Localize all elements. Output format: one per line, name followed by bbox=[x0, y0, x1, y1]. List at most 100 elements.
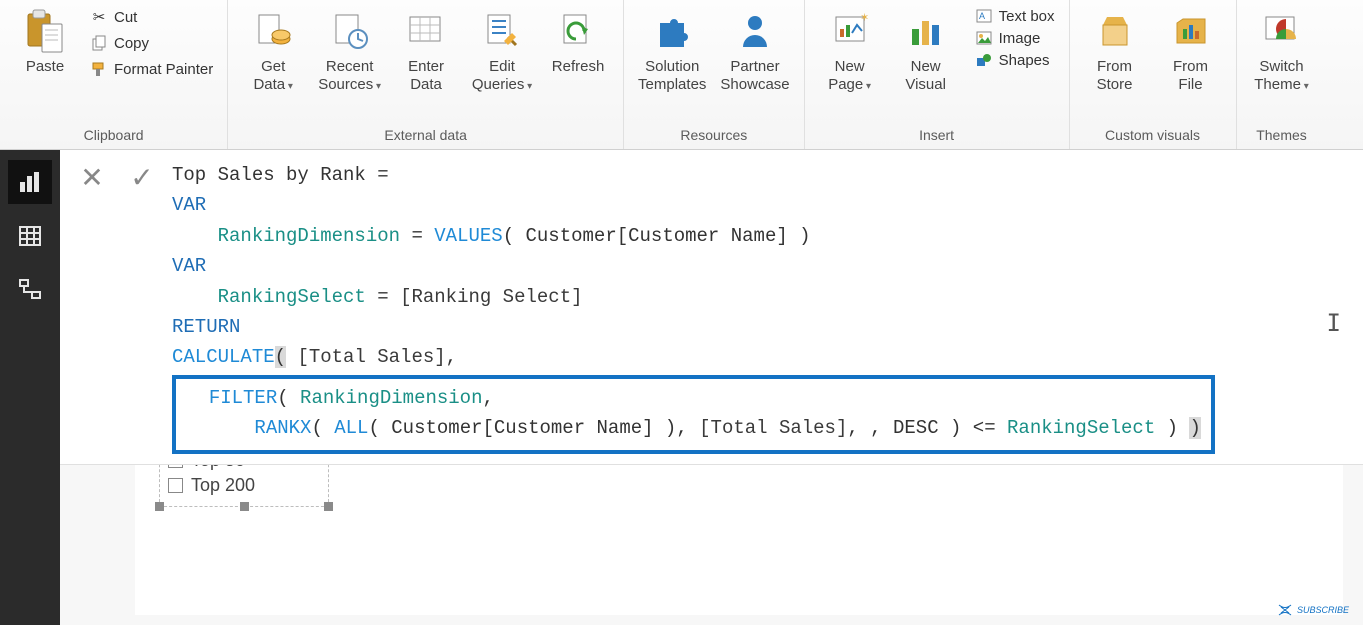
dna-icon bbox=[1277, 603, 1293, 617]
table-icon bbox=[18, 224, 42, 248]
ribbon-group-resources: Solution Templates Partner Showcase Reso… bbox=[624, 0, 805, 149]
recent-sources-button[interactable]: Recent Sources bbox=[314, 6, 385, 96]
content-area: Aut Ranking ⌫ Top 5 Top 20 Top 50 Top 20… bbox=[60, 150, 1363, 625]
get-data-label: Get Data bbox=[253, 58, 293, 93]
refresh-icon bbox=[555, 8, 601, 54]
store-icon bbox=[1092, 8, 1138, 54]
themes-group-label: Themes bbox=[1247, 121, 1317, 149]
shapes-label: Shapes bbox=[999, 52, 1050, 69]
dax-function: RANKX bbox=[254, 417, 311, 439]
solution-templates-label: Solution Templates bbox=[638, 58, 706, 93]
formula-bar: ✕ ✓ Top Sales by Rank = VAR RankingDimen… bbox=[60, 150, 1363, 465]
dax-variable: RankingSelect bbox=[218, 286, 366, 308]
shapes-icon bbox=[975, 51, 993, 69]
svg-text:✶: ✶ bbox=[860, 12, 869, 24]
textbox-icon: A bbox=[975, 7, 993, 25]
insert-group-label: Insert bbox=[815, 121, 1059, 149]
dax-variable: RankingDimension bbox=[218, 225, 400, 247]
dax-column-ref: Customer[Customer Name] bbox=[391, 417, 653, 439]
dax-function: FILTER bbox=[209, 387, 277, 409]
dax-function: ALL bbox=[334, 417, 368, 439]
puzzle-icon bbox=[649, 8, 695, 54]
ribbon-group-external-data: Get Data Recent Sources Enter Data bbox=[228, 0, 624, 149]
switch-theme-button[interactable]: Switch Theme bbox=[1247, 6, 1317, 96]
edit-queries-button[interactable]: Edit Queries bbox=[467, 6, 537, 96]
checkbox-icon[interactable] bbox=[168, 478, 183, 493]
dax-measure-ref: [Total Sales] bbox=[699, 417, 847, 439]
new-page-label: New Page bbox=[828, 58, 871, 93]
dax-close-paren: ) bbox=[1189, 417, 1200, 439]
refresh-label: Refresh bbox=[552, 58, 605, 75]
from-store-button[interactable]: From Store bbox=[1080, 6, 1150, 96]
shapes-button[interactable]: Shapes bbox=[971, 50, 1059, 70]
enter-data-button[interactable]: Enter Data bbox=[391, 6, 461, 96]
new-page-button[interactable]: ✶ New Page bbox=[815, 6, 885, 96]
dax-order: DESC bbox=[893, 417, 939, 439]
paintbrush-icon bbox=[90, 60, 108, 78]
formula-eq: = bbox=[366, 164, 389, 186]
external-data-group-label: External data bbox=[238, 121, 613, 149]
new-visual-icon bbox=[903, 8, 949, 54]
commit-formula-button[interactable]: ✓ bbox=[122, 160, 162, 192]
dax-return-keyword: RETURN bbox=[172, 316, 240, 338]
ribbon-group-custom-visuals: From Store From File Custom visuals bbox=[1070, 0, 1237, 149]
format-painter-label: Format Painter bbox=[114, 61, 213, 78]
subscribe-label: SUBSCRIBE bbox=[1297, 605, 1349, 615]
dax-function: VALUES bbox=[434, 225, 502, 247]
cancel-formula-button[interactable]: ✕ bbox=[72, 160, 112, 192]
partner-showcase-button[interactable]: Partner Showcase bbox=[716, 6, 793, 96]
refresh-button[interactable]: Refresh bbox=[543, 6, 613, 78]
copy-label: Copy bbox=[114, 35, 149, 52]
recent-sources-icon bbox=[327, 8, 373, 54]
model-view-button[interactable] bbox=[8, 268, 52, 312]
get-data-button[interactable]: Get Data bbox=[238, 6, 308, 96]
text-box-button[interactable]: A Text box bbox=[971, 6, 1059, 26]
paste-icon bbox=[22, 8, 68, 54]
person-icon bbox=[732, 8, 778, 54]
cut-button[interactable]: ✂ Cut bbox=[86, 6, 217, 28]
dax-measure-ref: [Total Sales] bbox=[297, 346, 445, 368]
get-data-icon bbox=[250, 8, 296, 54]
format-painter-button[interactable]: Format Painter bbox=[86, 58, 217, 80]
copy-button[interactable]: Copy bbox=[86, 32, 217, 54]
barchart-icon bbox=[18, 170, 42, 194]
copy-icon bbox=[90, 34, 108, 52]
measure-name: Top Sales by Rank bbox=[172, 164, 366, 186]
resources-group-label: Resources bbox=[634, 121, 794, 149]
custom-visuals-group-label: Custom visuals bbox=[1080, 121, 1226, 149]
formula-editor[interactable]: Top Sales by Rank = VAR RankingDimension… bbox=[172, 160, 1351, 454]
new-page-icon: ✶ bbox=[827, 8, 873, 54]
dax-variable: RankingDimension bbox=[300, 387, 482, 409]
slicer-item-label: Top 200 bbox=[191, 475, 255, 496]
image-icon bbox=[975, 29, 993, 47]
dax-function: CALCULATE bbox=[172, 346, 275, 368]
enter-data-label: Enter Data bbox=[408, 58, 444, 93]
new-visual-button[interactable]: New Visual bbox=[891, 6, 961, 96]
switch-theme-label: Switch Theme bbox=[1254, 58, 1309, 93]
paste-button[interactable]: Paste bbox=[10, 6, 80, 78]
from-file-button[interactable]: From File bbox=[1156, 6, 1226, 96]
partner-showcase-label: Partner Showcase bbox=[720, 58, 789, 93]
dax-var-keyword: VAR bbox=[172, 255, 206, 277]
from-file-label: From File bbox=[1173, 58, 1208, 93]
highlighted-expression: FILTER( RankingDimension, RANKX( ALL( Cu… bbox=[172, 375, 1215, 454]
left-nav bbox=[0, 150, 60, 625]
new-visual-label: New Visual bbox=[905, 58, 946, 93]
edit-queries-label: Edit Queries bbox=[472, 58, 532, 93]
subscribe-watermark: SUBSCRIBE bbox=[1277, 603, 1349, 617]
paste-label: Paste bbox=[26, 58, 64, 75]
slicer-item[interactable]: Top 200 bbox=[166, 473, 322, 498]
theme-icon bbox=[1259, 8, 1305, 54]
dax-measure-ref: [Ranking Select] bbox=[400, 286, 582, 308]
solution-templates-button[interactable]: Solution Templates bbox=[634, 6, 710, 96]
image-button[interactable]: Image bbox=[971, 28, 1059, 48]
from-store-label: From Store bbox=[1097, 58, 1133, 93]
data-view-button[interactable] bbox=[8, 214, 52, 258]
image-label: Image bbox=[999, 30, 1041, 47]
report-view-button[interactable] bbox=[8, 160, 52, 204]
svg-text:A: A bbox=[979, 11, 985, 21]
work-area: Aut Ranking ⌫ Top 5 Top 20 Top 50 Top 20… bbox=[0, 150, 1363, 625]
enter-data-icon bbox=[403, 8, 449, 54]
text-box-label: Text box bbox=[999, 8, 1055, 25]
dax-var-keyword: VAR bbox=[172, 194, 206, 216]
